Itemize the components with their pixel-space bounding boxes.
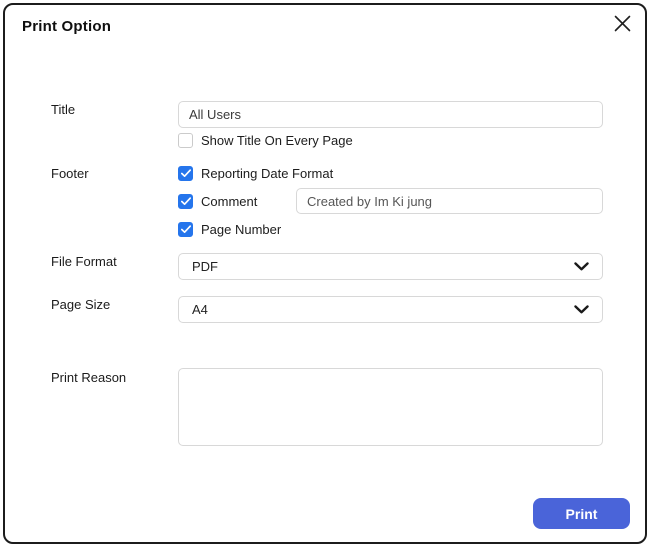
show-title-checkbox-label[interactable]: Show Title On Every Page bbox=[201, 133, 353, 149]
page-size-select[interactable]: A4 bbox=[178, 296, 603, 323]
title-input[interactable] bbox=[178, 101, 603, 128]
print-reason-label: Print Reason bbox=[51, 370, 126, 386]
comment-checkbox-label[interactable]: Comment bbox=[201, 194, 257, 210]
check-icon bbox=[181, 197, 191, 206]
title-label: Title bbox=[51, 102, 75, 118]
chevron-down-icon bbox=[574, 305, 589, 314]
print-option-dialog: Print Option Title Show Title On Every P… bbox=[3, 3, 647, 544]
check-icon bbox=[181, 225, 191, 234]
check-icon bbox=[181, 169, 191, 178]
close-icon bbox=[614, 15, 631, 32]
close-button[interactable] bbox=[609, 10, 635, 36]
print-option-dialog-screen: Print Option Title Show Title On Every P… bbox=[0, 0, 650, 547]
page-number-checkbox-label[interactable]: Page Number bbox=[201, 222, 281, 238]
page-size-label: Page Size bbox=[51, 297, 110, 313]
print-reason-textarea[interactable] bbox=[178, 368, 603, 446]
reporting-date-format-checkbox[interactable] bbox=[178, 166, 193, 181]
chevron-down-icon bbox=[574, 262, 589, 271]
dialog-title: Print Option bbox=[22, 18, 111, 35]
file-format-select[interactable]: PDF bbox=[178, 253, 603, 280]
comment-checkbox[interactable] bbox=[178, 194, 193, 209]
file-format-label: File Format bbox=[51, 254, 117, 270]
reporting-date-format-checkbox-label[interactable]: Reporting Date Format bbox=[201, 166, 333, 182]
page-size-value: A4 bbox=[192, 302, 208, 317]
footer-label: Footer bbox=[51, 166, 89, 182]
show-title-checkbox[interactable] bbox=[178, 133, 193, 148]
comment-input[interactable] bbox=[296, 188, 603, 214]
file-format-value: PDF bbox=[192, 259, 218, 274]
page-number-checkbox[interactable] bbox=[178, 222, 193, 237]
print-button[interactable]: Print bbox=[533, 498, 630, 529]
